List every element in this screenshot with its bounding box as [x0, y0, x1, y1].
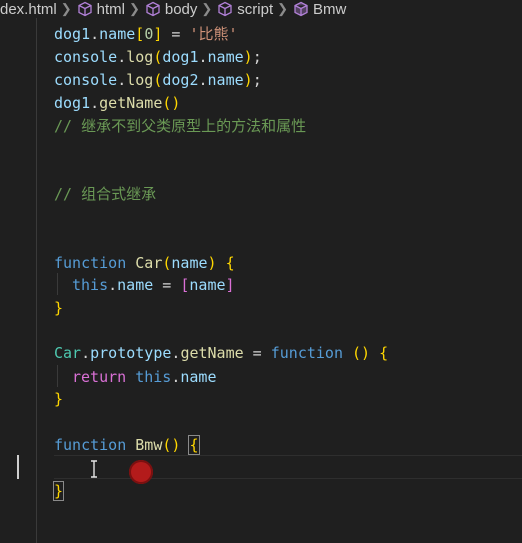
- code-line: console.log(dog2.name);: [54, 71, 262, 89]
- text-cursor-ibeam-icon: [90, 460, 98, 482]
- code-comment: // 组合式继承: [54, 185, 157, 203]
- code-line: this.name = [name]: [72, 276, 235, 294]
- code-line: function Car(name) {: [54, 254, 235, 272]
- code-line: }: [54, 390, 64, 408]
- code-line: function Bmw() {: [54, 435, 200, 455]
- code-line: dog1.name[0] = '比熊': [54, 25, 238, 43]
- code-line: console.log(dog1.name);: [54, 48, 262, 66]
- code-line: Car.prototype.getName = function () {: [54, 344, 389, 362]
- code-line: }: [52, 481, 65, 501]
- code-comment: // 继承不到父类原型上的方法和属性: [54, 117, 307, 135]
- recording-indicator-icon: [129, 460, 153, 484]
- code-line: }: [54, 299, 64, 317]
- code-line: return this.name: [72, 368, 217, 386]
- code-editor[interactable]: dog1.name[0] = '比熊' console.log(dog1.nam…: [0, 0, 522, 543]
- code-line: dog1.getName(): [54, 94, 181, 112]
